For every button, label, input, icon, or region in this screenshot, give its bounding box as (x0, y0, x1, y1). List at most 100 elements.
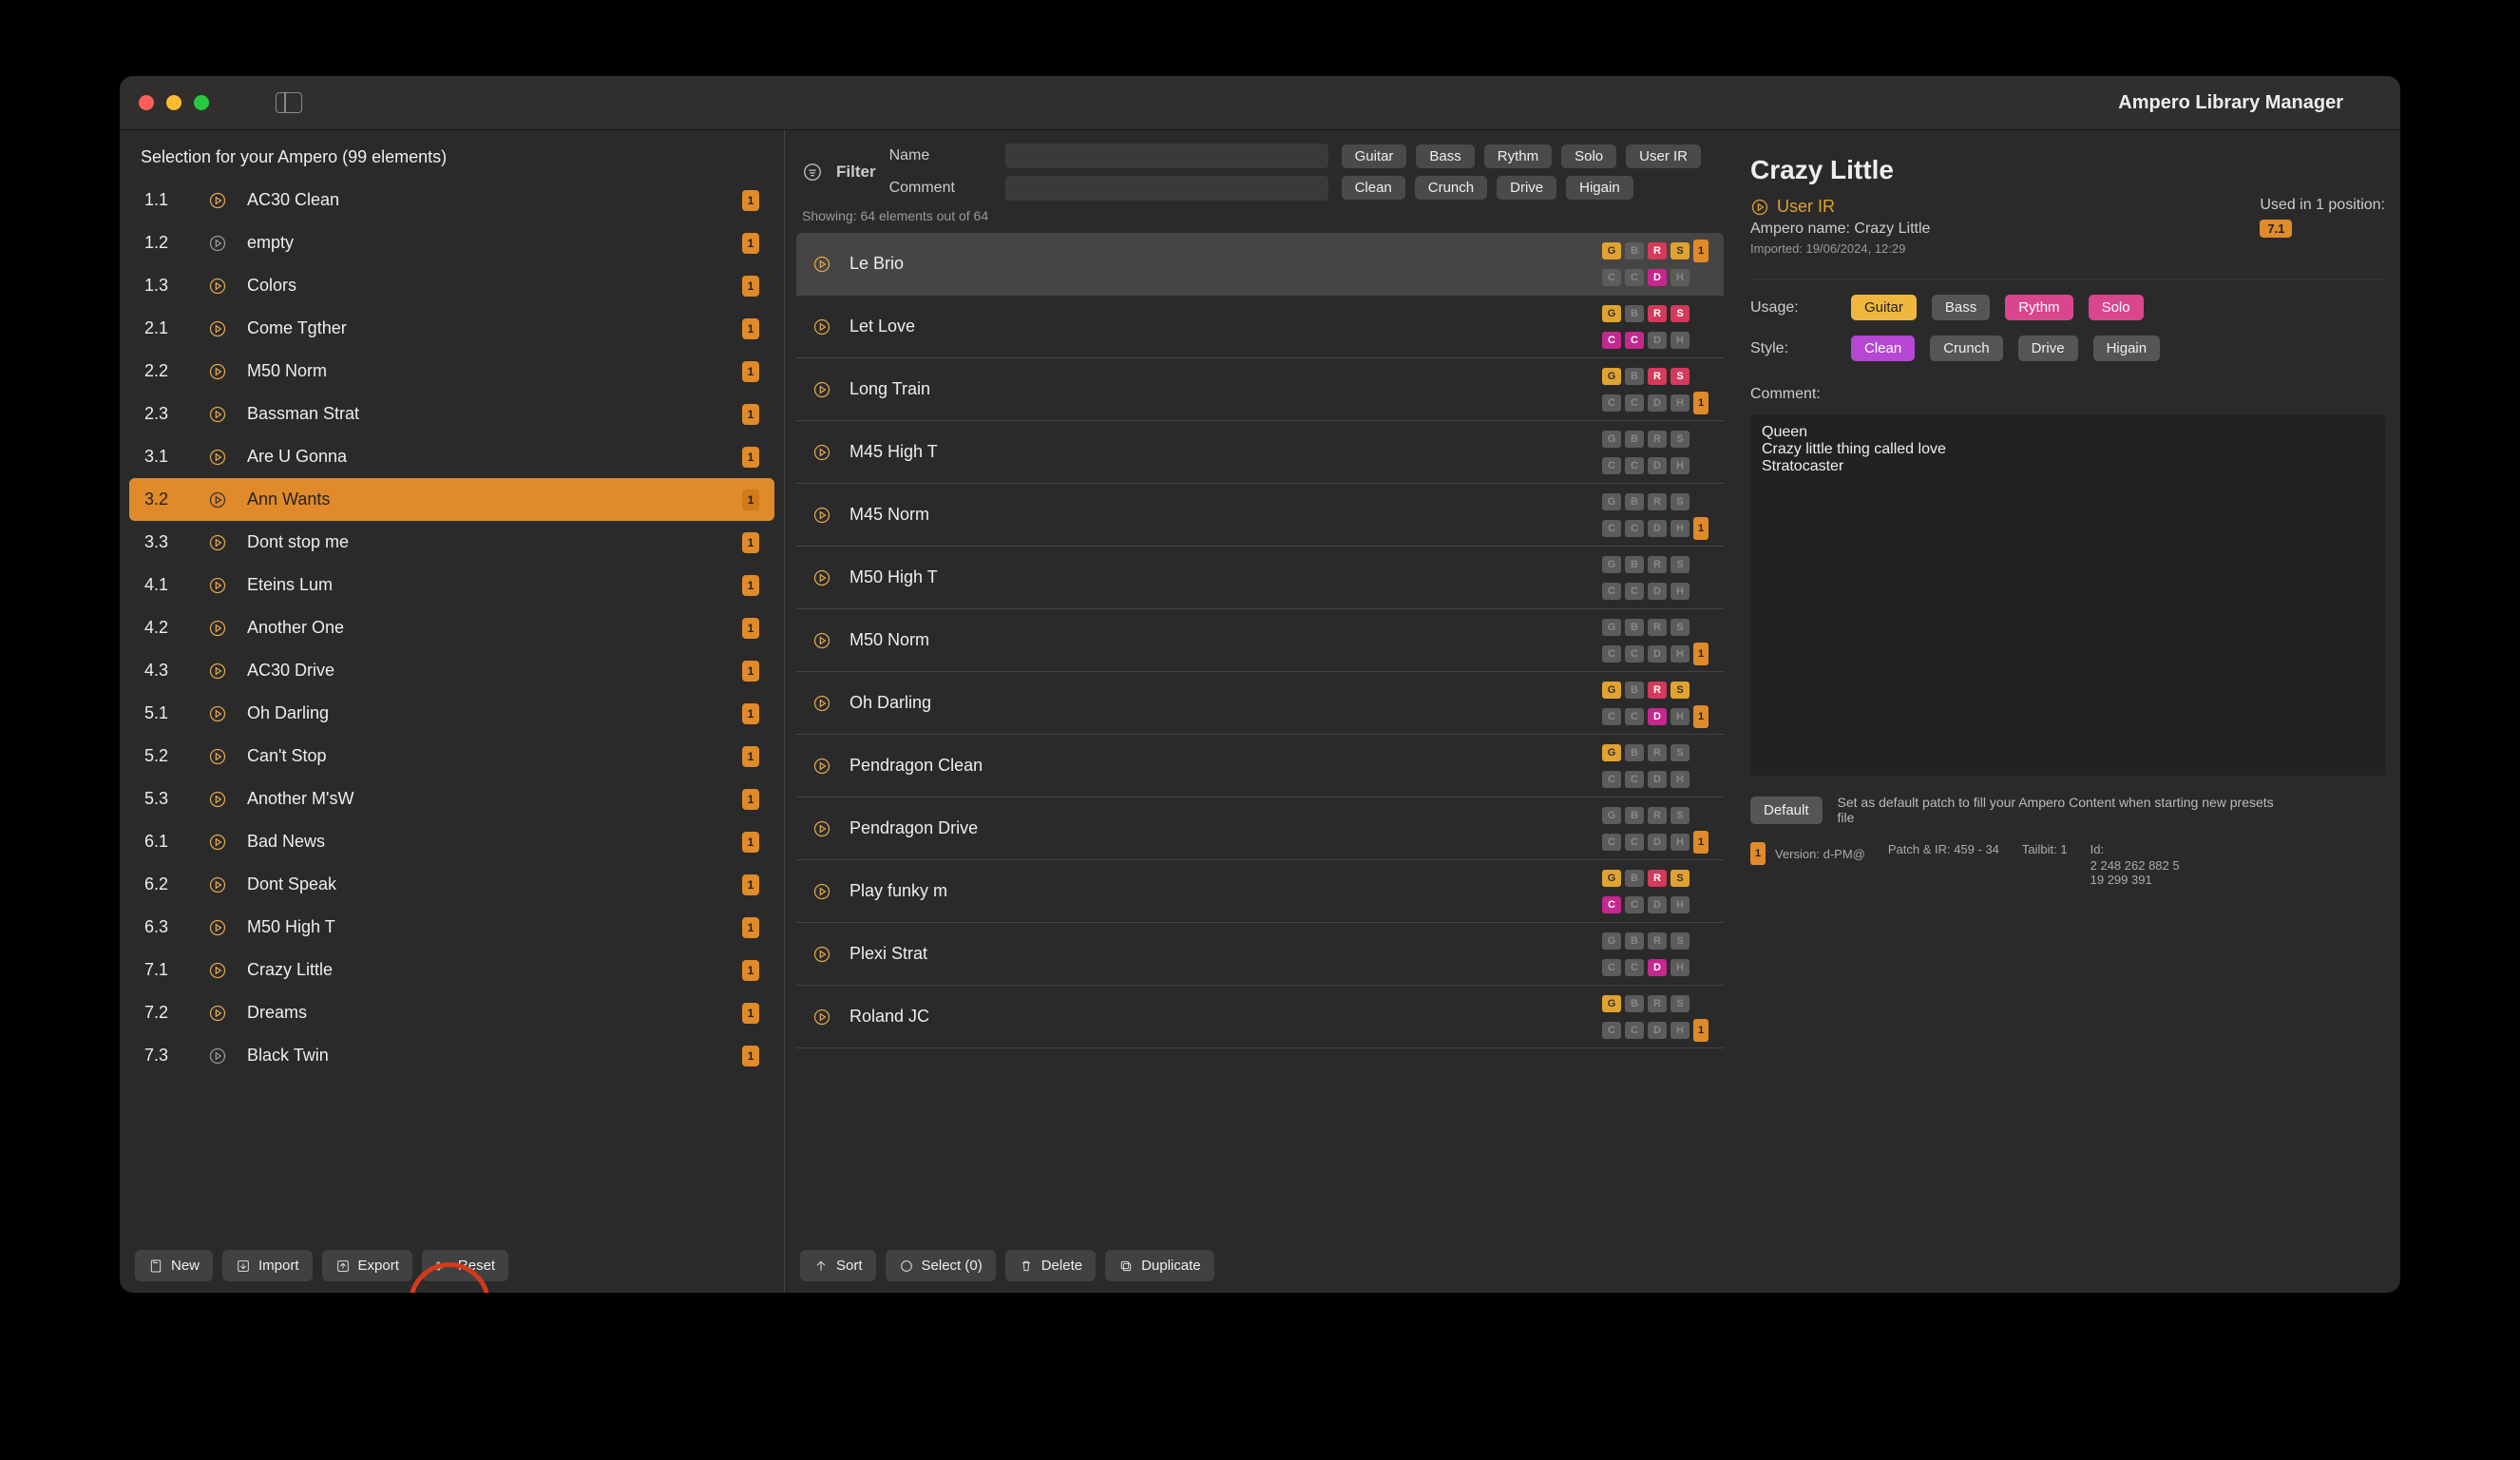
play-icon[interactable] (811, 944, 832, 965)
play-icon[interactable] (811, 254, 832, 275)
play-icon[interactable] (207, 447, 228, 468)
delete-button[interactable]: Delete (1005, 1250, 1096, 1281)
play-icon[interactable] (811, 505, 832, 526)
usage-solo[interactable]: Solo (2089, 295, 2144, 320)
library-row[interactable]: Pendragon Drive GBRS CCDH1 (796, 797, 1724, 860)
filter-tag[interactable]: Drive (1497, 176, 1556, 200)
selection-row[interactable]: 7.1 Crazy Little 1 (129, 949, 774, 991)
library-row[interactable]: M50 Norm GBRS CCDH1 (796, 609, 1724, 672)
import-button[interactable]: Import (222, 1250, 313, 1281)
style-higain[interactable]: Higain (2093, 336, 2161, 361)
style-drive[interactable]: Drive (2018, 336, 2078, 361)
library-row[interactable]: M50 High T GBRS CCDH (796, 547, 1724, 609)
play-icon[interactable] (207, 746, 228, 767)
selection-row[interactable]: 2.3 Bassman Strat 1 (129, 393, 774, 435)
select-button[interactable]: Select (0) (886, 1250, 996, 1281)
library-list[interactable]: Le Brio GBRS1 CCDH Let Love GBRS CCDH Lo… (785, 233, 1735, 1239)
library-row[interactable]: Roland JC GBRS CCDH1 (796, 986, 1724, 1048)
play-icon[interactable] (811, 756, 832, 777)
play-icon[interactable] (811, 1007, 832, 1028)
new-button[interactable]: New (135, 1250, 213, 1281)
filter-tag[interactable]: User IR (1626, 144, 1701, 168)
selection-row[interactable]: 7.3 Black Twin 1 (129, 1034, 774, 1077)
library-row[interactable]: M45 High T GBRS CCDH (796, 421, 1724, 484)
filter-tag[interactable]: Rythm (1484, 144, 1552, 168)
selection-row[interactable]: 6.2 Dont Speak 1 (129, 863, 774, 906)
selection-row[interactable]: 4.2 Another One 1 (129, 606, 774, 649)
library-row[interactable]: Plexi Strat GBRS CCDH (796, 923, 1724, 986)
play-icon[interactable] (207, 233, 228, 254)
play-icon[interactable] (811, 567, 832, 588)
selection-row[interactable]: 1.3 Colors 1 (129, 264, 774, 307)
selection-row[interactable]: 1.1 AC30 Clean 1 (129, 179, 774, 221)
default-button[interactable]: Default (1750, 797, 1823, 824)
play-icon[interactable] (207, 361, 228, 382)
play-icon[interactable] (811, 693, 832, 714)
play-icon[interactable] (207, 661, 228, 682)
play-icon[interactable] (811, 379, 832, 400)
play-icon[interactable] (207, 190, 228, 211)
sort-button[interactable]: Sort (800, 1250, 876, 1281)
sidebar-toggle-icon[interactable] (276, 92, 302, 113)
library-row[interactable]: Le Brio GBRS1 CCDH (796, 233, 1724, 296)
play-icon[interactable] (207, 832, 228, 853)
play-icon[interactable] (207, 318, 228, 339)
filter-tag[interactable]: Clean (1342, 176, 1405, 200)
play-icon[interactable] (811, 317, 832, 337)
play-icon[interactable] (207, 789, 228, 810)
play-icon[interactable] (811, 881, 832, 902)
selection-row[interactable]: 3.3 Dont stop me 1 (129, 521, 774, 564)
usage-rythm[interactable]: Rythm (2005, 295, 2072, 320)
close-icon[interactable] (139, 95, 154, 110)
usage-bass[interactable]: Bass (1932, 295, 1990, 320)
maximize-icon[interactable] (194, 95, 209, 110)
play-icon[interactable] (207, 618, 228, 639)
selection-row[interactable]: 1.2 empty 1 (129, 221, 774, 264)
duplicate-button[interactable]: Duplicate (1105, 1250, 1214, 1281)
selection-row[interactable]: 4.3 AC30 Drive 1 (129, 649, 774, 692)
selection-row[interactable]: 6.3 M50 High T 1 (129, 906, 774, 949)
play-icon[interactable] (207, 917, 228, 938)
selection-row[interactable]: 7.2 Dreams 1 (129, 991, 774, 1034)
play-icon[interactable] (207, 490, 228, 510)
comment-box[interactable]: Queen Crazy little thing called love Str… (1750, 414, 2385, 776)
comment-filter-input[interactable] (1005, 176, 1328, 201)
filter-icon[interactable] (802, 162, 823, 182)
style-crunch[interactable]: Crunch (1930, 336, 2002, 361)
library-row[interactable]: Long Train GBRS CCDH1 (796, 358, 1724, 421)
play-icon[interactable] (811, 442, 832, 463)
play-icon[interactable] (207, 575, 228, 596)
reset-button[interactable]: Reset (422, 1250, 508, 1281)
play-icon[interactable] (207, 960, 228, 981)
filter-tag[interactable]: Solo (1561, 144, 1616, 168)
play-icon[interactable] (207, 1046, 228, 1066)
style-clean[interactable]: Clean (1851, 336, 1915, 361)
play-icon[interactable] (811, 630, 832, 651)
play-icon[interactable] (207, 703, 228, 724)
usage-guitar[interactable]: Guitar (1851, 295, 1917, 320)
selection-row[interactable]: 5.2 Can't Stop 1 (129, 735, 774, 778)
play-icon[interactable] (207, 1003, 228, 1024)
selection-row[interactable]: 2.1 Come Tgther 1 (129, 307, 774, 350)
selection-row[interactable]: 5.1 Oh Darling 1 (129, 692, 774, 735)
play-icon[interactable] (207, 532, 228, 553)
export-button[interactable]: Export (322, 1250, 412, 1281)
library-row[interactable]: Let Love GBRS CCDH (796, 296, 1724, 358)
filter-tag[interactable]: Bass (1416, 144, 1474, 168)
library-row[interactable]: M45 Norm GBRS CCDH1 (796, 484, 1724, 547)
selection-list[interactable]: 1.1 AC30 Clean 1 1.2 empty 1 1.3 Colors … (120, 179, 784, 1239)
filter-tag[interactable]: Crunch (1415, 176, 1487, 200)
play-icon[interactable] (811, 818, 832, 839)
selection-row[interactable]: 6.1 Bad News 1 (129, 820, 774, 863)
selection-row[interactable]: 3.2 Ann Wants 1 (129, 478, 774, 521)
name-filter-input[interactable] (1005, 144, 1328, 168)
selection-row[interactable]: 4.1 Eteins Lum 1 (129, 564, 774, 606)
selection-row[interactable]: 2.2 M50 Norm 1 (129, 350, 774, 393)
library-row[interactable]: Play funky m GBRS CCDH (796, 860, 1724, 923)
play-icon[interactable] (207, 404, 228, 425)
filter-tag[interactable]: Guitar (1342, 144, 1407, 168)
library-row[interactable]: Pendragon Clean GBRS CCDH (796, 735, 1724, 797)
library-row[interactable]: Oh Darling GBRS CCDH1 (796, 672, 1724, 735)
minimize-icon[interactable] (166, 95, 181, 110)
selection-row[interactable]: 3.1 Are U Gonna 1 (129, 435, 774, 478)
